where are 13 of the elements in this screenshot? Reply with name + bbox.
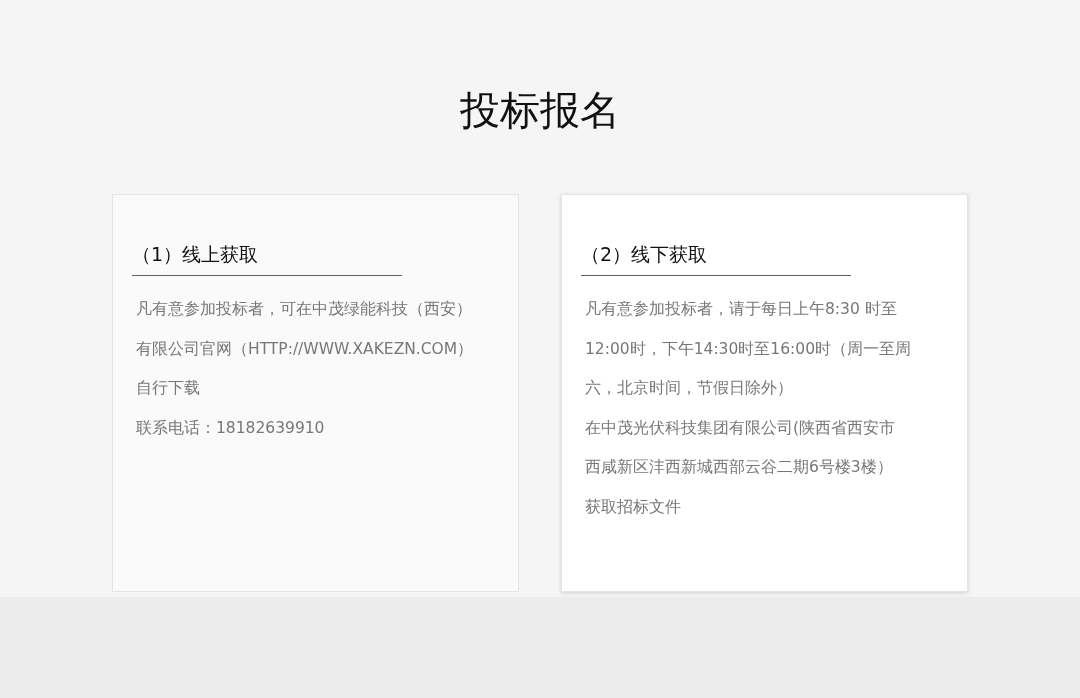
card-heading: （2）线下获取 <box>581 242 709 267</box>
card-text: 六，北京时间，节假日除外） <box>585 378 794 399</box>
card-text: 联系电话：18182639910 <box>136 417 326 439</box>
card-text: 获取招标文件 <box>585 496 682 518</box>
card-text: 自行下载 <box>136 378 201 399</box>
card-text: 在中茂光伏科技集团有限公司(陕西省西安市 <box>585 417 897 439</box>
card-text: 12:00时，下午14:30时至16:00时（周一至周 <box>585 338 912 360</box>
card-text: 西咸新区沣西新城西部云谷二期6号楼3楼） <box>585 457 894 478</box>
card-text: 凡有意参加投标者，可在中茂绿能科技（西安） <box>136 299 473 320</box>
card-text: 有限公司官网（HTTP://WWW.XAKEZN.COM） <box>136 338 475 360</box>
page-title: 投标报名 <box>460 86 620 134</box>
card-heading: （1）线上获取 <box>132 242 260 267</box>
card-text: 凡有意参加投标者，请于每日上午8:30 时至 <box>585 299 898 320</box>
